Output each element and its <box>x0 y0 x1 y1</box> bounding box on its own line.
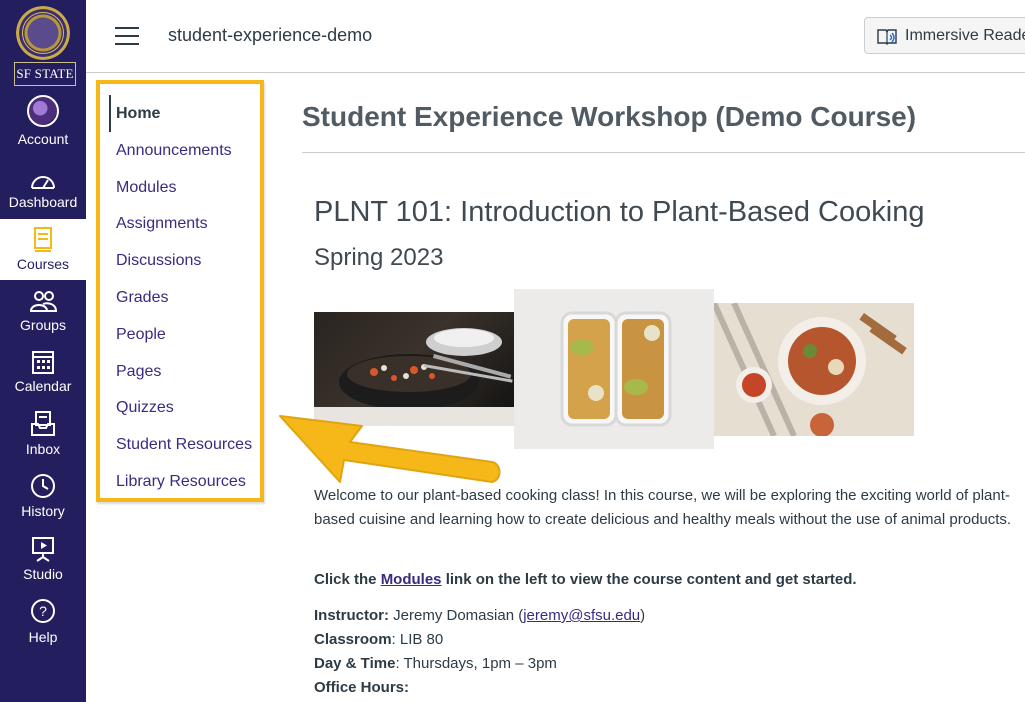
immersive-reader-icon <box>877 29 897 45</box>
inbox-icon <box>31 411 55 436</box>
immersive-reader-label: Immersive Reader <box>905 27 1025 44</box>
groups-icon <box>29 291 58 312</box>
course-nav-grades[interactable]: Grades <box>116 289 168 307</box>
office-hours-label: Office Hours: <box>314 679 410 696</box>
page-title: Student Experience Workshop (Demo Course… <box>302 101 917 132</box>
instructor-label: Instructor: <box>314 607 389 624</box>
hamburger-menu-icon[interactable] <box>115 27 139 45</box>
gnav-groups-label: Groups <box>20 317 66 333</box>
gnav-help[interactable]: ? Help <box>0 594 86 655</box>
annotation-arrow <box>279 415 501 483</box>
global-nav: SF STATE Account Dashboard Courses Group… <box>0 0 86 702</box>
course-nav-home[interactable]: Home <box>116 105 160 123</box>
course-nav-assignments[interactable]: Assignments <box>116 215 208 233</box>
gnav-courses-label: Courses <box>16 256 70 272</box>
gnav-calendar[interactable]: Calendar <box>0 343 86 404</box>
course-nav-library-resources[interactable]: Library Resources <box>116 473 246 491</box>
course-nav-announcements[interactable]: Announcements <box>116 142 232 160</box>
course-navigation: Home Announcements Modules Assignments D… <box>96 80 270 508</box>
courses-icon <box>34 227 52 252</box>
course-nav-pages[interactable]: Pages <box>116 363 161 381</box>
immersive-reader-button[interactable]: Immersive Reader <box>864 17 1025 54</box>
gnav-help-label: Help <box>28 629 58 645</box>
gnav-inbox-label: Inbox <box>25 441 61 457</box>
gnav-courses[interactable]: Courses <box>0 219 86 280</box>
course-nav-quizzes[interactable]: Quizzes <box>116 399 174 417</box>
help-icon: ? <box>31 599 55 623</box>
sf-state-logo-text[interactable]: SF STATE <box>14 62 76 86</box>
course-title: PLNT 101: Introduction to Plant-Based Co… <box>314 196 925 228</box>
classroom-line: Classroom: LIB 80 <box>314 628 443 652</box>
calendar-icon <box>32 351 54 374</box>
gnav-groups[interactable]: Groups <box>0 282 86 343</box>
classroom-label: Classroom <box>314 631 392 648</box>
gnav-account[interactable]: Account <box>0 89 86 150</box>
course-nav-discussions[interactable]: Discussions <box>116 252 201 270</box>
svg-text:?: ? <box>39 603 47 619</box>
breadcrumb[interactable]: student-experience-demo <box>168 25 372 46</box>
get-started-instruction: Click the Modules link on the left to vi… <box>314 568 857 592</box>
avatar <box>27 95 59 127</box>
cta-before: Click the <box>314 571 381 588</box>
day-time-value: : Thursdays, 1pm – 3pm <box>395 655 557 672</box>
instructor-close: ) <box>640 607 646 624</box>
course-header: student-experience-demo Immersive Reader <box>86 0 1025 73</box>
day-time-line: Day & Time: Thursdays, 1pm – 3pm <box>314 652 557 676</box>
gnav-inbox[interactable]: Inbox <box>0 406 86 467</box>
university-seal-logo[interactable] <box>16 6 70 60</box>
history-icon <box>31 474 55 498</box>
meal-prep-containers-image <box>514 289 714 449</box>
course-nav-people[interactable]: People <box>116 326 166 344</box>
day-time-label: Day & Time <box>314 655 396 672</box>
instructor-email-link[interactable]: jeremy@sfsu.edu <box>523 607 640 624</box>
classroom-value: : LIB 80 <box>391 631 444 648</box>
course-nav-modules[interactable]: Modules <box>116 179 176 197</box>
course-nav-student-resources[interactable]: Student Resources <box>116 436 252 454</box>
gnav-studio-label: Studio <box>23 566 63 582</box>
modules-link[interactable]: Modules <box>381 571 442 588</box>
studio-icon <box>32 537 54 562</box>
gnav-history[interactable]: History <box>0 468 86 529</box>
office-hours-line: Office Hours: <box>314 676 409 700</box>
course-term: Spring 2023 <box>314 244 444 271</box>
instructor-name: Jeremy Domasian ( <box>389 607 524 624</box>
gnav-studio[interactable]: Studio <box>0 531 86 592</box>
cta-after: link on the left to view the course cont… <box>441 571 857 588</box>
dashboard-icon <box>31 176 55 189</box>
active-item-indicator <box>109 95 111 132</box>
gnav-history-label: History <box>21 503 65 519</box>
gnav-dashboard-label: Dashboard <box>8 194 78 210</box>
gnav-calendar-label: Calendar <box>14 378 72 394</box>
gnav-account-label: Account <box>17 131 69 147</box>
instructor-line: Instructor: Jeremy Domasian (jeremy@sfsu… <box>314 604 645 628</box>
title-divider <box>302 152 1025 153</box>
gnav-dashboard[interactable]: Dashboard <box>0 158 86 219</box>
plant-based-bowls-image <box>714 303 914 436</box>
